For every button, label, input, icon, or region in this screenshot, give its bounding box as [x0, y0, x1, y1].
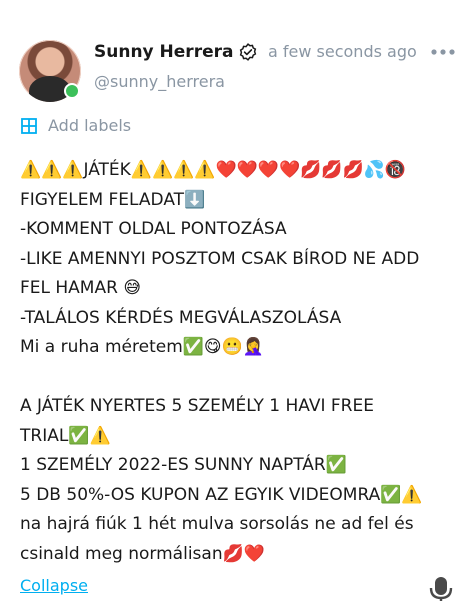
post-line: -LIKE AMENNYI POSZTOM CSAK BÍROD NE ADD	[20, 248, 420, 269]
post-line: TRIAL✅⚠️	[20, 425, 111, 446]
post-line: 5 DB 50%-OS KUPON AZ EGYIK VIDEOMRA✅⚠️	[20, 484, 423, 505]
author-name-row: Sunny Herrera	[94, 40, 257, 64]
author-name[interactable]: Sunny Herrera	[94, 42, 233, 62]
collapse-link[interactable]: Collapse	[20, 576, 88, 595]
mic-icon[interactable]	[428, 576, 454, 601]
post-line: -TALÁLOS KÉRDÉS MEGVÁLASZOLÁSA	[20, 307, 342, 328]
post-line: -KOMMENT OLDAL PONTOZÁSA	[20, 219, 287, 239]
post-line: csinald meg normálisan💋❤️	[20, 543, 265, 564]
post-line: ⚠️⚠️⚠️JÁTÉK⚠️⚠️⚠️⚠️❤️❤️❤️❤️💋💋💋💦🔞	[20, 160, 406, 180]
online-status-dot	[64, 83, 80, 99]
labels-icon	[21, 117, 37, 134]
post-line: A JÁTÉK NYERTES 5 SZEMÉLY 1 HAVI FREE	[20, 396, 374, 416]
post-line: Mi a ruha méretem✅😋😬🤦‍♀️	[20, 337, 264, 357]
post-line: 1 SZEMÉLY 2022-ES SUNNY NAPTÁR✅	[20, 455, 347, 475]
author-handle[interactable]: @sunny_herrera	[94, 72, 225, 91]
post-timestamp[interactable]: a few seconds ago	[268, 42, 417, 61]
post-line: na hajrá fiúk 1 hét mulva sorsolás ne ad…	[20, 514, 414, 534]
post-line: FIGYELEM FELADAT⬇️	[20, 189, 206, 210]
post-text: ⚠️⚠️⚠️JÁTÉK⚠️⚠️⚠️⚠️❤️❤️❤️❤️💋💋💋💦🔞 FIGYELE…	[20, 156, 460, 569]
post-line	[20, 363, 460, 393]
verified-icon	[240, 43, 257, 61]
post-header: Sunny Herrera a few seconds ago @sunny_h…	[0, 0, 474, 110]
add-labels-label: Add labels	[48, 116, 132, 135]
more-options-icon[interactable]	[431, 47, 455, 57]
post-line: FEL HAMAR 😅	[20, 278, 142, 298]
add-labels-button[interactable]: Add labels	[20, 116, 131, 135]
avatar[interactable]	[19, 40, 81, 102]
